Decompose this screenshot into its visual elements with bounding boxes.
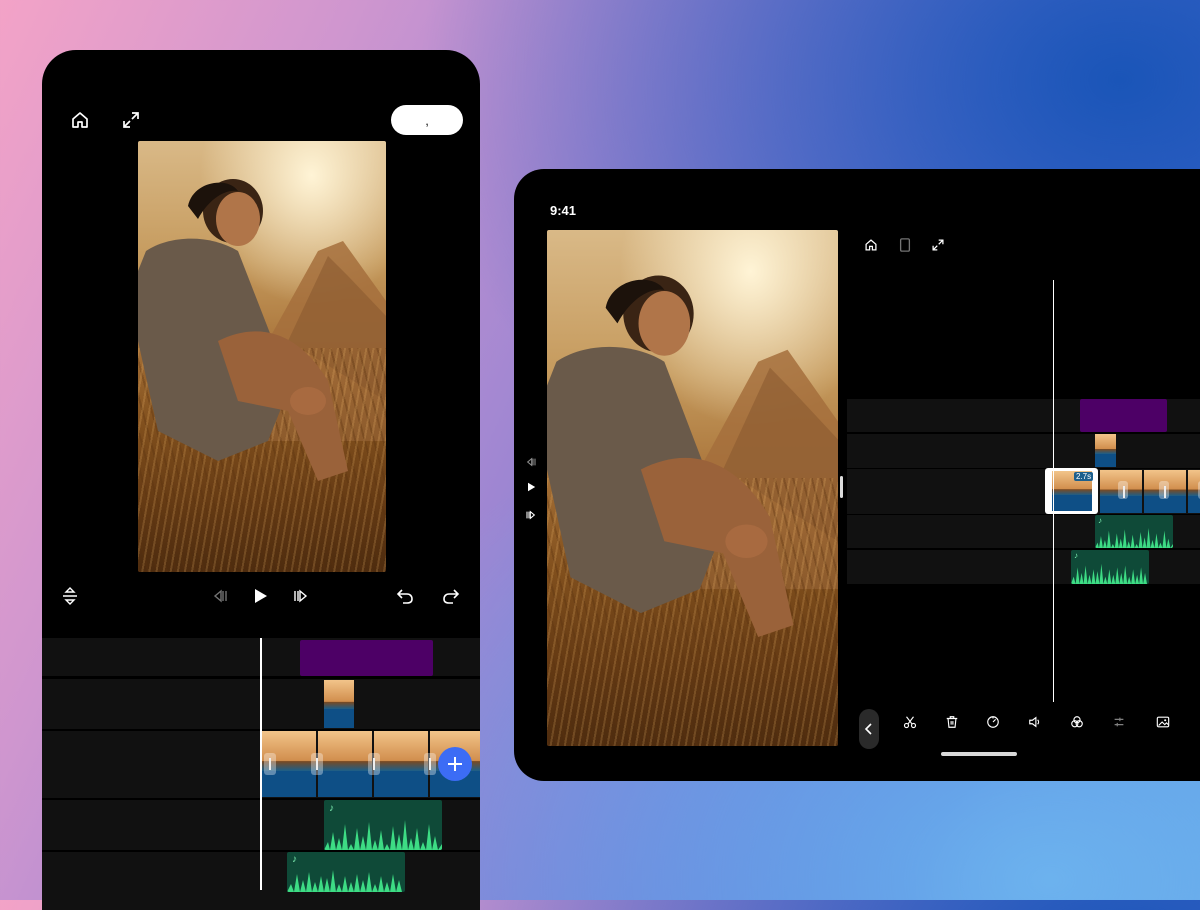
prev-frame-icon[interactable]	[209, 585, 231, 607]
filters-icon[interactable]	[1068, 713, 1086, 731]
phone-editor: , ♪ ♪	[42, 50, 480, 910]
split-vertical-icon[interactable]	[58, 584, 82, 608]
transition-handle[interactable]	[264, 753, 276, 775]
export-button[interactable]: ,	[391, 105, 463, 135]
music-note-icon: ♪	[329, 803, 334, 814]
redo-icon[interactable]	[439, 584, 463, 608]
speed-icon[interactable]	[984, 713, 1002, 731]
device-icon[interactable]	[896, 236, 914, 254]
pip-clip[interactable]	[1095, 434, 1116, 467]
next-frame-icon[interactable]	[290, 585, 312, 607]
video-preview[interactable]	[138, 141, 386, 572]
undo-icon[interactable]	[393, 584, 417, 608]
audio-clip[interactable]: ♪	[1095, 515, 1173, 548]
home-icon[interactable]	[68, 108, 92, 132]
main-clip-segment[interactable]	[374, 731, 428, 797]
expand-icon[interactable]	[119, 108, 143, 132]
overlay-clip[interactable]	[300, 640, 433, 676]
playhead[interactable]	[1053, 280, 1054, 702]
overlay-clip[interactable]	[1080, 399, 1167, 432]
play-icon[interactable]	[523, 479, 539, 495]
plus-icon[interactable]	[438, 747, 472, 781]
expand-icon[interactable]	[929, 236, 947, 254]
chevron-left-icon[interactable]	[859, 709, 879, 749]
timeline-track-pip	[847, 434, 1200, 468]
playhead[interactable]	[260, 638, 262, 890]
home-indicator[interactable]	[941, 752, 1017, 756]
video-preview[interactable]	[547, 230, 838, 746]
music-note-icon: ♪	[1074, 551, 1078, 560]
audio-clip[interactable]: ♪	[287, 852, 405, 892]
audio-clip[interactable]: ♪	[1071, 550, 1149, 584]
scissors-icon[interactable]	[901, 713, 919, 731]
main-clip-segment[interactable]	[318, 731, 372, 797]
transition-handle[interactable]	[1159, 481, 1169, 499]
trash-icon[interactable]	[943, 713, 961, 731]
play-icon[interactable]	[248, 584, 272, 608]
next-frame-icon[interactable]	[523, 507, 539, 523]
home-icon[interactable]	[862, 236, 880, 254]
transition-handle[interactable]	[424, 753, 436, 775]
audio-clip[interactable]: ♪	[324, 800, 442, 850]
transition-handle[interactable]	[311, 753, 323, 775]
pip-clip[interactable]	[324, 680, 354, 728]
prev-frame-icon[interactable]	[523, 454, 539, 470]
status-time: 9:41	[550, 203, 577, 218]
transition-handle[interactable]	[368, 753, 380, 775]
music-note-icon: ♪	[292, 854, 297, 865]
volume-icon[interactable]	[1026, 713, 1044, 731]
tablet-editor: 9:41 2.7s ♪ ♪	[514, 169, 1200, 781]
clip-duration-badge: 2.7s	[1074, 472, 1094, 481]
transition-handle[interactable]	[1118, 481, 1128, 499]
image-icon[interactable]	[1154, 713, 1172, 731]
panel-resize-handle[interactable]	[840, 476, 843, 498]
adjust-icon[interactable]	[1110, 713, 1128, 731]
